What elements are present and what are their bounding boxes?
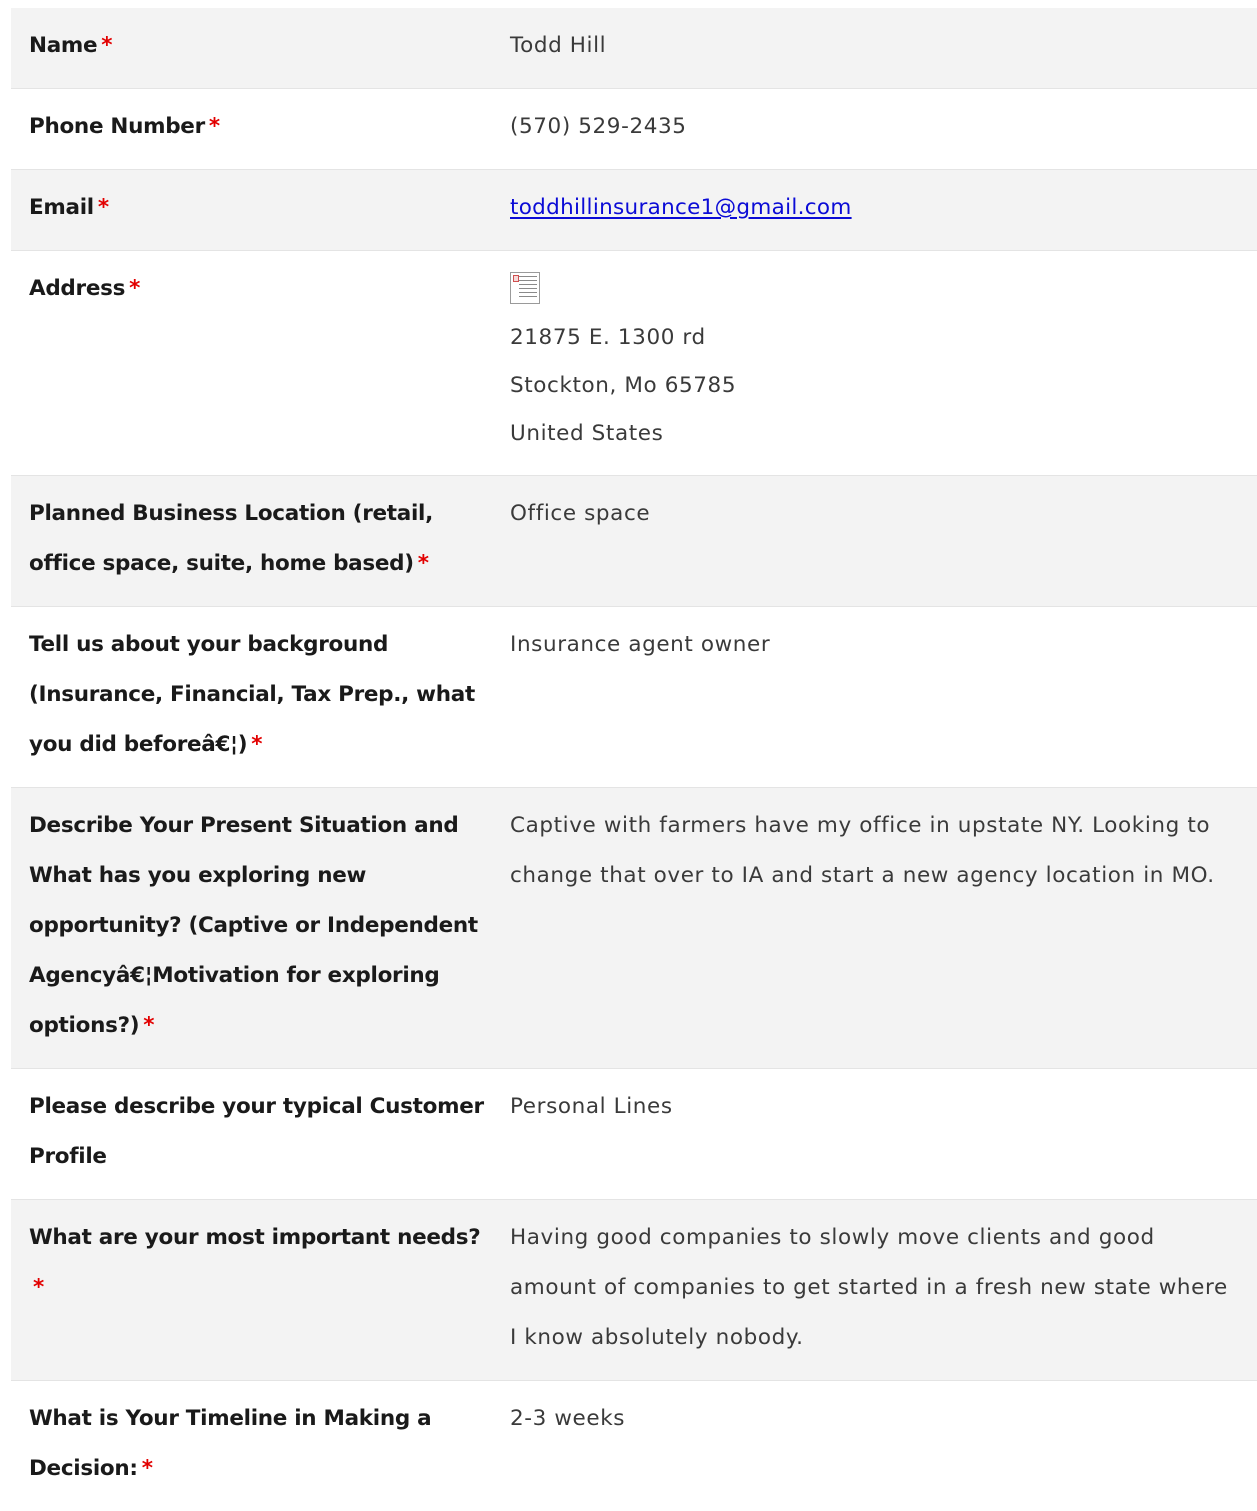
required-asterisk: * [143,1013,154,1038]
required-asterisk: * [101,33,112,58]
field-label-customer-profile: Please describe your typical Customer Pr… [29,1082,493,1182]
field-row-important-needs: What are your most important needs?* Hav… [11,1200,1257,1381]
field-value-phone: (570) 529-2435 [510,102,1239,152]
field-row-address: Address* 21875 E. 1300 rd Stockton, Mo 6… [11,251,1257,476]
field-value-customer-profile: Personal Lines [510,1082,1239,1132]
field-label-timeline: What is Your Timeline in Making a Decisi… [29,1394,493,1494]
field-row-phone: Phone Number* (570) 529-2435 [11,89,1257,170]
field-label-name: Name* [29,21,493,71]
field-row-customer-profile: Please describe your typical Customer Pr… [11,1069,1257,1200]
field-row-present-situation: Describe Your Present Situation and What… [11,788,1257,1069]
field-label-address: Address* [29,264,493,314]
required-asterisk: * [33,1275,44,1300]
required-asterisk: * [142,1456,153,1481]
field-row-name: Name* Todd Hill [11,8,1257,89]
field-value-present-situation: Captive with farmers have my office in u… [510,801,1239,901]
address-line-3: United States [510,410,1239,458]
address-line-2: Stockton, Mo 65785 [510,362,1239,410]
field-row-email: Email* toddhillinsurance1@gmail.com [11,170,1257,251]
field-label-email: Email* [29,183,493,233]
address-line-1: 21875 E. 1300 rd [510,314,1239,362]
field-value-name: Todd Hill [510,21,1239,71]
field-label-phone: Phone Number* [29,102,493,152]
field-label-present-situation: Describe Your Present Situation and What… [29,801,493,1051]
field-row-background: Tell us about your background (Insurance… [11,607,1257,788]
field-value-timeline: 2-3 weeks [510,1394,1239,1444]
field-label-business-location: Planned Business Location (retail, offic… [29,489,493,589]
required-asterisk: * [129,276,140,301]
field-row-business-location: Planned Business Location (retail, offic… [11,476,1257,607]
required-asterisk: * [251,732,262,757]
field-label-background: Tell us about your background (Insurance… [29,620,493,770]
broken-image-icon [510,272,540,304]
field-value-address: 21875 E. 1300 rd Stockton, Mo 65785 Unit… [510,264,1239,458]
required-asterisk: * [418,551,429,576]
field-value-business-location: Office space [510,489,1239,539]
required-asterisk: * [98,195,109,220]
field-value-important-needs: Having good companies to slowly move cli… [510,1213,1239,1363]
required-asterisk: * [209,114,220,139]
submission-entry-table: Name* Todd Hill Phone Number* (570) 529-… [11,8,1257,1511]
email-link[interactable]: toddhillinsurance1@gmail.com [510,195,852,220]
field-label-important-needs: What are your most important needs?* [29,1213,493,1313]
field-value-background: Insurance agent owner [510,620,1239,670]
field-row-timeline: What is Your Timeline in Making a Decisi… [11,1381,1257,1511]
